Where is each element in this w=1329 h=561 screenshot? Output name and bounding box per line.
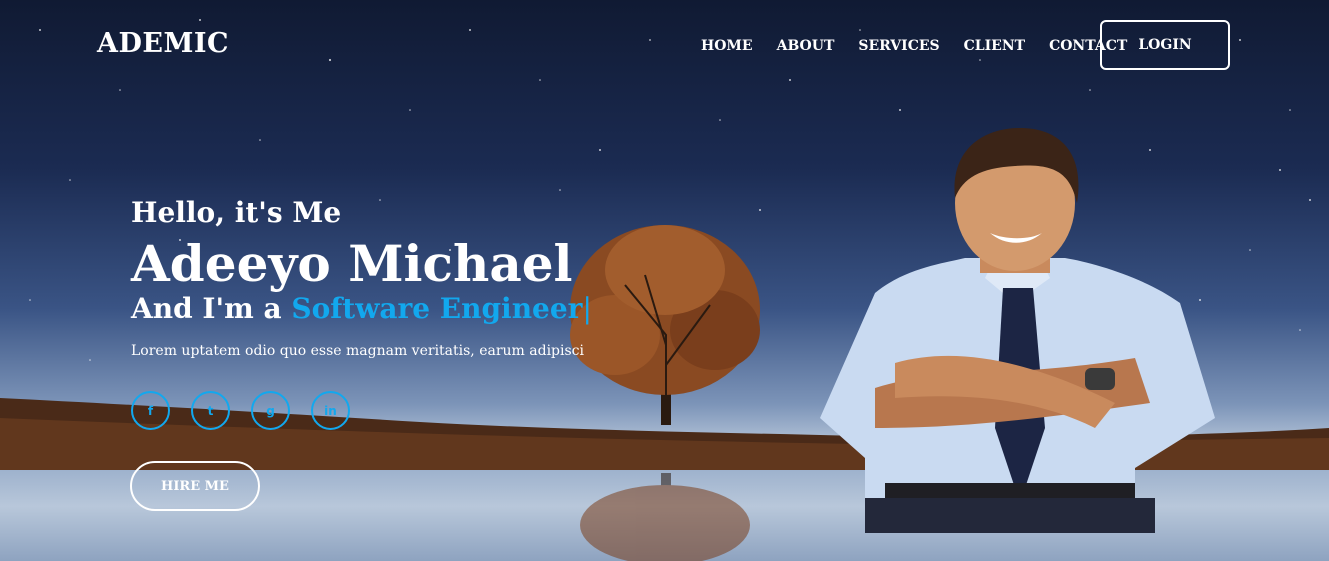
main-nav: HOME ABOUT SERVICES CLIENT CONTACT — [701, 38, 1151, 54]
nav-item-about[interactable]: ABOUT — [777, 38, 835, 54]
typing-cursor: | — [582, 292, 592, 325]
nav-item-client[interactable]: CLIENT — [964, 38, 1025, 54]
social-links: f t g in — [131, 391, 371, 430]
hero-description: Lorem uptatem odio quo esse magnam verit… — [131, 343, 585, 359]
brand-logo[interactable]: ADEMIC — [97, 28, 229, 59]
hero-greeting: Hello, it's Me — [131, 196, 342, 229]
role-prefix: And I'm a — [131, 292, 292, 325]
nav-item-services[interactable]: SERVICES — [858, 38, 939, 54]
linkedin-icon[interactable]: in — [311, 391, 350, 430]
login-button[interactable]: LOGIN — [1100, 20, 1230, 70]
hero-role: And I'm a Software Engineer| — [131, 292, 592, 325]
person-photo — [820, 128, 1215, 533]
twitter-icon[interactable]: t — [191, 391, 230, 430]
hero-name: Adeeyo Michael — [131, 234, 573, 293]
role-highlight: Software Engineer — [291, 292, 583, 325]
hire-me-button[interactable]: HIRE ME — [130, 461, 260, 511]
github-icon[interactable]: g — [251, 391, 290, 430]
nav-item-home[interactable]: HOME — [701, 38, 753, 54]
tree-image — [570, 225, 760, 561]
facebook-icon[interactable]: f — [131, 391, 170, 430]
